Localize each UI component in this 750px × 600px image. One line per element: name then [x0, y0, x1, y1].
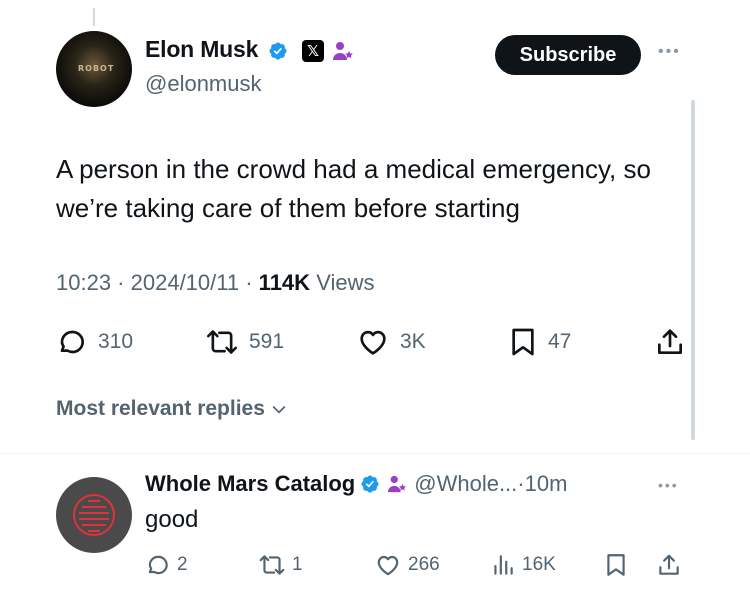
affiliate-icon: [333, 42, 353, 60]
reply-author-name[interactable]: Whole Mars Catalog: [145, 471, 355, 497]
verified-badge-icon: [361, 475, 379, 493]
affiliate-icon: [388, 475, 407, 493]
views-count: 114K: [258, 270, 311, 295]
reply-bookmark-button[interactable]: [604, 552, 634, 578]
tweet-meta: 10:23 · 2024/10/11 · 114K Views: [56, 270, 374, 296]
subscribe-button[interactable]: Subscribe: [495, 35, 641, 75]
verified-badge-icon: [269, 42, 287, 60]
bookmark-count: 47: [548, 330, 572, 353]
reply-author-row[interactable]: Whole Mars Catalog @Whole... · 10m: [145, 471, 567, 497]
replies-sort-label: Most relevant replies: [56, 397, 265, 420]
reply-more-icon[interactable]: •••: [658, 477, 679, 493]
share-button[interactable]: [654, 326, 696, 358]
tweet-time[interactable]: 10:23: [56, 270, 111, 295]
like-icon: [360, 330, 386, 355]
reply-button[interactable]: 310: [56, 326, 133, 358]
bookmark-icon: [607, 554, 625, 576]
thread-line: [93, 8, 95, 26]
share-icon: [658, 329, 682, 354]
reply-share-button[interactable]: [656, 552, 688, 578]
author-handle[interactable]: @elonmusk: [145, 71, 262, 97]
reply-views-count: 16K: [522, 554, 556, 575]
reply-author-avatar[interactable]: [56, 477, 132, 553]
author-name[interactable]: Elon Musk: [145, 36, 258, 62]
bookmark-button[interactable]: 47: [508, 326, 571, 358]
reply-text: good: [145, 506, 199, 533]
reply-icon: [60, 330, 84, 354]
tweet-date[interactable]: 2024/10/11: [131, 270, 239, 295]
like-count: 3K: [400, 330, 426, 353]
repost-icon: [259, 555, 285, 575]
x-logo-icon: 𝕏: [302, 40, 324, 62]
author-avatar[interactable]: ROBOT: [56, 31, 132, 107]
reply-reply-count: 2: [177, 554, 188, 575]
bookmark-icon: [512, 328, 534, 356]
reply-time[interactable]: 10m: [525, 471, 568, 497]
reply-reply-button[interactable]: 2: [145, 552, 188, 578]
avatar-logo: ROBOT: [78, 64, 115, 73]
more-icon[interactable]: •••: [658, 43, 681, 61]
divider: [0, 453, 750, 454]
meta-separator: ·: [239, 270, 259, 295]
replies-sort-dropdown[interactable]: Most relevant replies: [56, 397, 289, 421]
repost-icon: [206, 330, 238, 354]
author-name-row[interactable]: Elon Musk: [145, 36, 288, 63]
repost-count: 591: [249, 330, 285, 353]
like-button[interactable]: 3K: [356, 326, 426, 358]
reply-views-button[interactable]: 16K: [490, 552, 556, 578]
reply-time-separator: ·: [517, 471, 525, 496]
reply-like-button[interactable]: 266: [374, 552, 440, 578]
reply-repost-count: 1: [292, 554, 303, 575]
share-icon: [659, 554, 679, 575]
tweet-text: A person in the crowd had a medical emer…: [56, 154, 651, 223]
reply-avatar-logo-icon: [73, 494, 115, 536]
chevron-down-icon: [272, 405, 286, 414]
reply-author-handle[interactable]: @Whole...: [414, 471, 517, 497]
reply-like-count: 266: [408, 554, 440, 575]
reply-count: 310: [98, 330, 134, 353]
reply-icon: [148, 555, 168, 575]
reply-repost-button[interactable]: 1: [258, 552, 303, 578]
like-icon: [377, 555, 399, 576]
repost-button[interactable]: 591: [205, 326, 284, 358]
meta-separator: ·: [111, 270, 131, 295]
views-label: Views: [316, 270, 375, 295]
views-icon: [494, 555, 513, 575]
